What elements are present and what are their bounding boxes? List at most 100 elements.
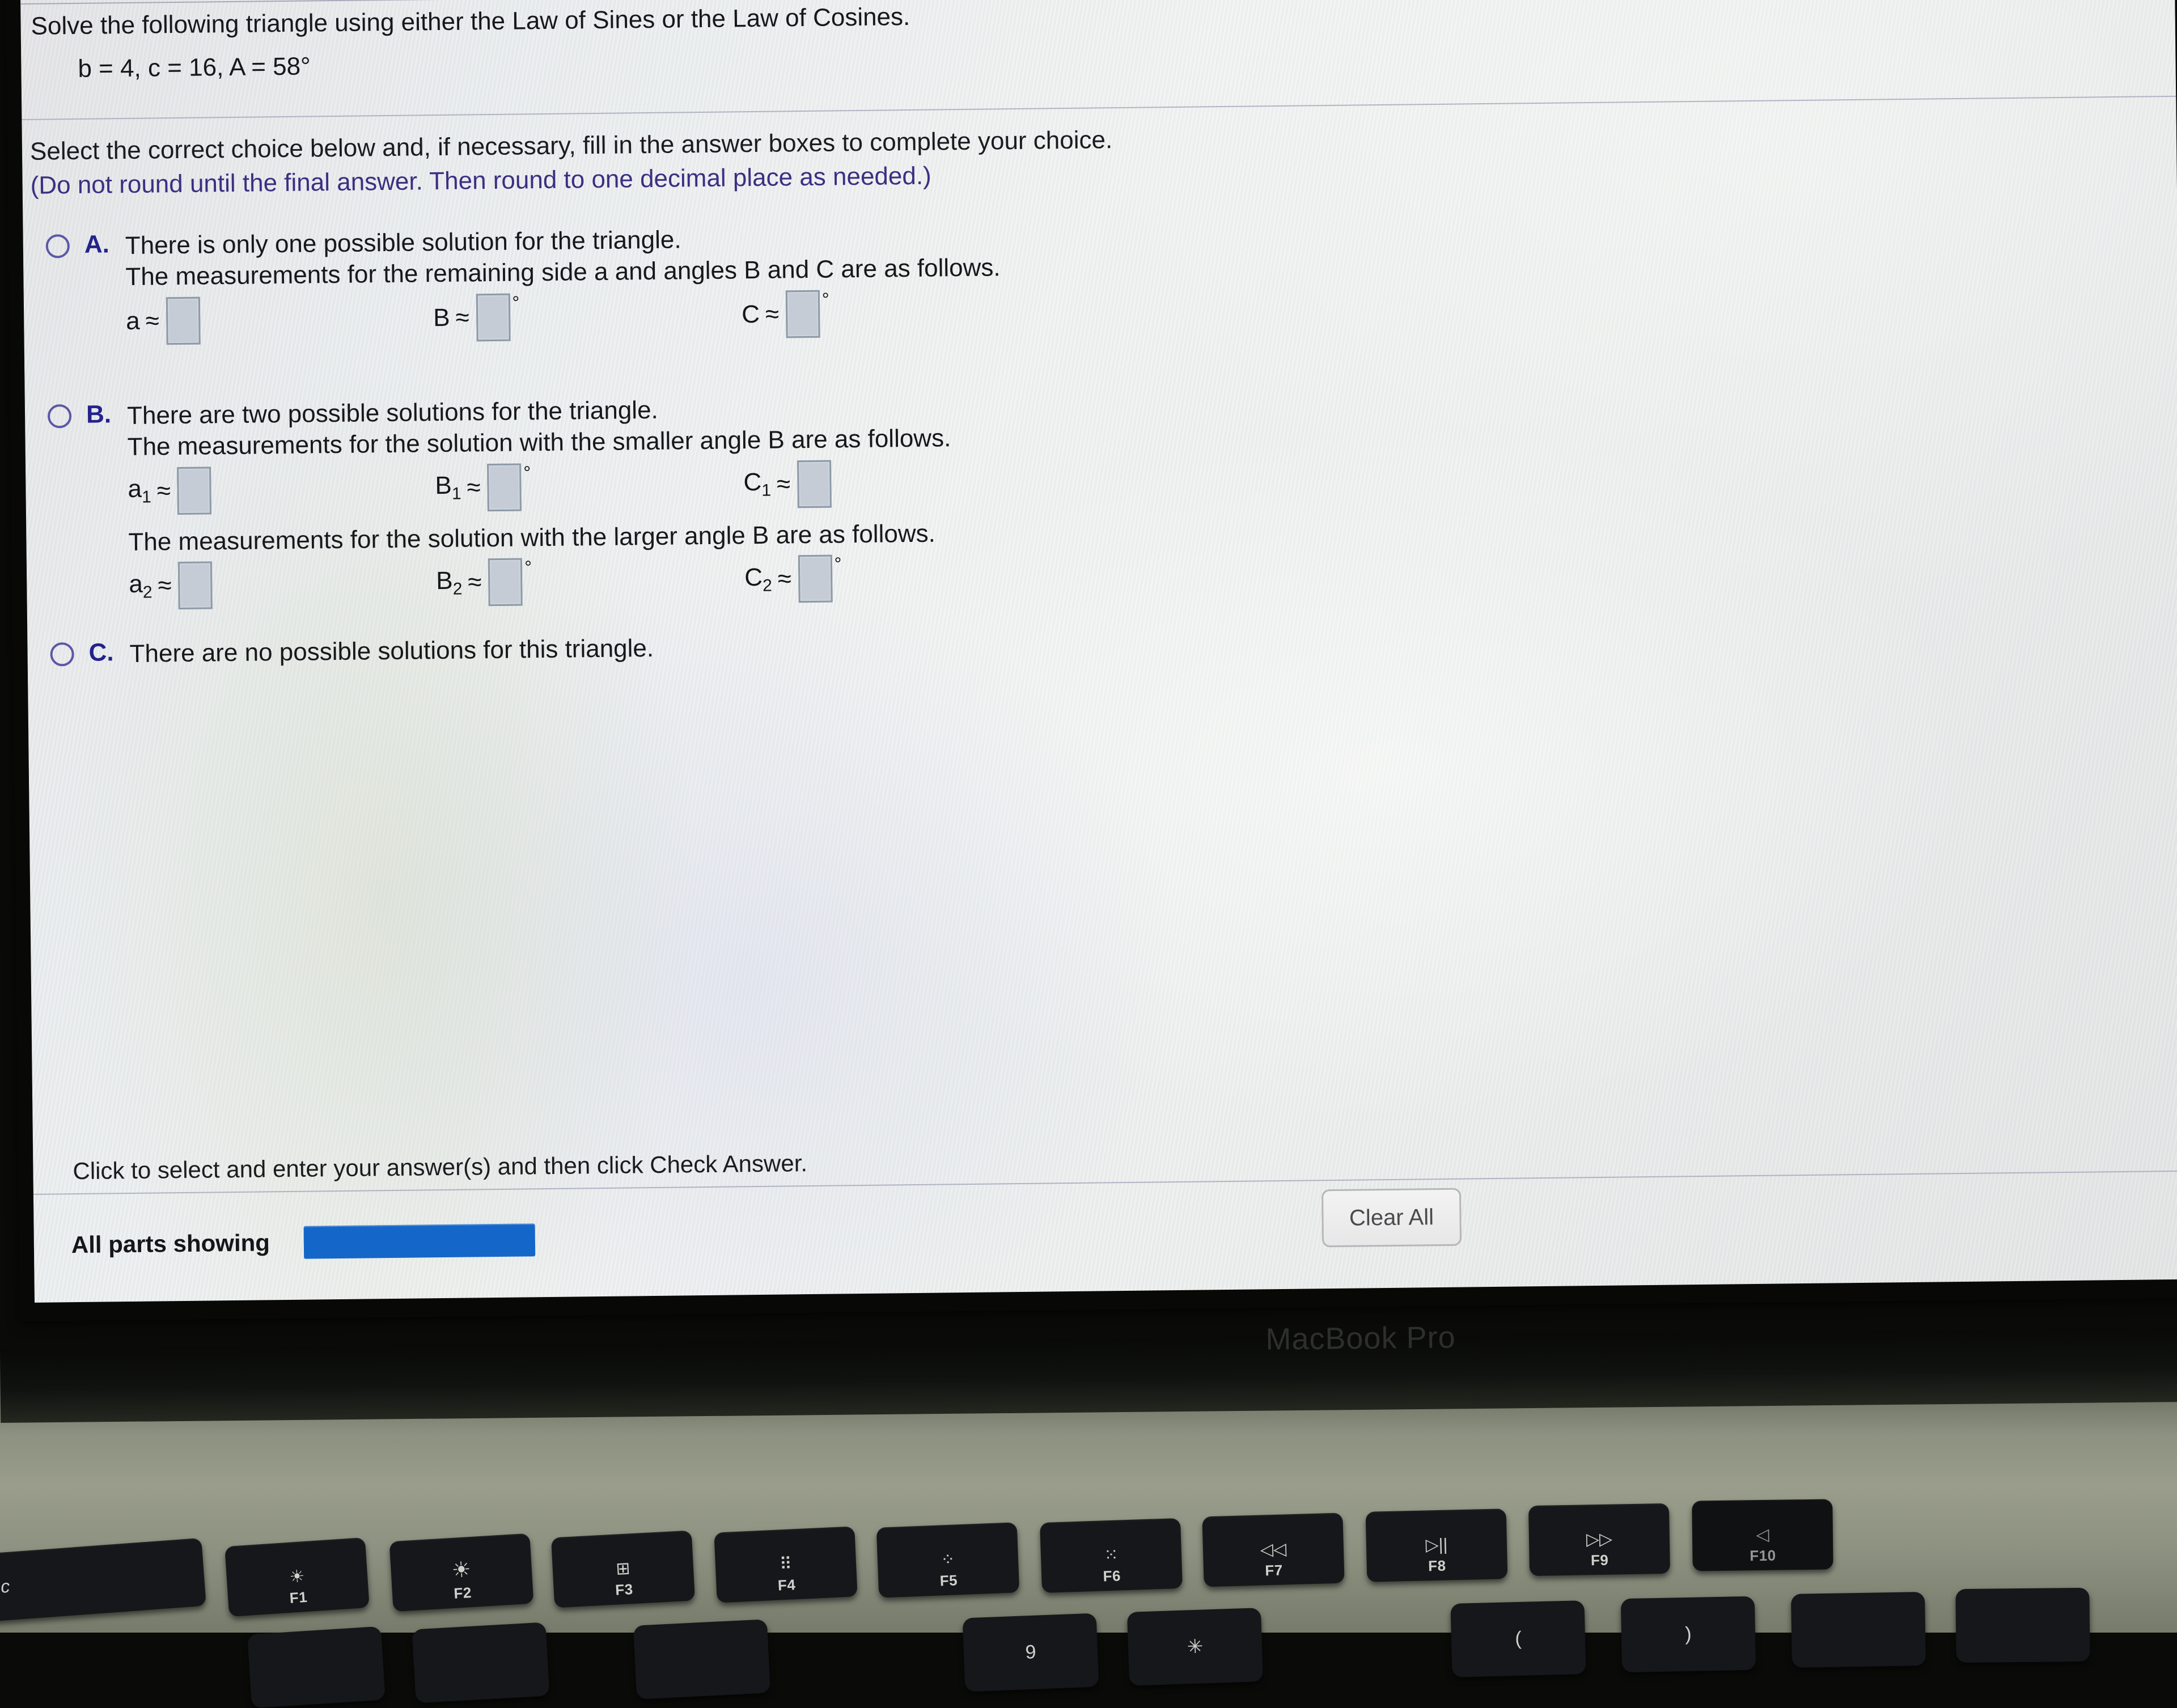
field-b1-label: B1 — [435, 472, 461, 504]
key-f2[interactable]: ☀ F2 — [389, 1533, 534, 1612]
key-f7-label: F7 — [1264, 1561, 1284, 1579]
choice-b-answer-row-2: a2 ≈ B2 ≈ ° C2 ≈ ° — [129, 544, 1411, 621]
key-paren-close[interactable]: ) — [1620, 1596, 1756, 1673]
mute-icon: ◁ — [1756, 1525, 1769, 1545]
key-f4-label: F4 — [777, 1576, 796, 1594]
field-b: B ≈ ° — [433, 292, 520, 342]
play-pause-icon: ▷|| — [1425, 1535, 1448, 1555]
key-row2-extra-2[interactable] — [412, 1622, 550, 1703]
input-b1[interactable] — [487, 463, 522, 512]
keyboard-backlight-up-icon: ⁙ — [1103, 1545, 1119, 1565]
field-b1: B1 ≈ ° — [435, 462, 531, 512]
field-b2-approx: ≈ — [468, 568, 482, 596]
key-f6-label: F6 — [1103, 1567, 1121, 1585]
choice-list: A. There is only one possible solution f… — [45, 217, 1412, 707]
key-f3[interactable]: ⊞ F3 — [550, 1530, 696, 1608]
input-c[interactable] — [785, 290, 820, 338]
key-f2-label: F2 — [453, 1584, 472, 1602]
key-row2-extra-4[interactable] — [1790, 1592, 1926, 1668]
radio-choice-b[interactable] — [47, 404, 72, 429]
field-a2: a2 ≈ — [129, 561, 213, 611]
launchpad-icon: ⠿ — [779, 1554, 793, 1574]
key-paren-open[interactable]: ( — [1450, 1600, 1586, 1677]
field-c: C ≈ ° — [741, 289, 830, 338]
key-f10-label: F10 — [1750, 1546, 1776, 1565]
asterisk-icon: ✳ — [1187, 1635, 1204, 1658]
field-c1: C1 ≈ — [743, 460, 834, 508]
field-a2-approx: ≈ — [158, 571, 172, 600]
degree-symbol-b1: ° — [523, 462, 531, 483]
field-c-approx: ≈ — [765, 300, 780, 328]
choice-b-letter: B. — [86, 400, 112, 429]
mission-control-icon: ⊞ — [615, 1559, 631, 1579]
keyboard-backlight-down-icon: ⁘ — [940, 1550, 956, 1570]
field-a: a ≈ — [126, 296, 201, 345]
field-c2-label: C2 — [744, 563, 773, 595]
key-f6[interactable]: ⁙ F6 — [1040, 1518, 1183, 1593]
key-f9[interactable]: ▷▷ F9 — [1528, 1503, 1671, 1576]
choice-a-letter: A. — [84, 230, 110, 258]
input-c1[interactable] — [797, 460, 832, 508]
instruction-block: Select the correct choice below and, if … — [30, 124, 1335, 200]
field-c2-approx: ≈ — [777, 565, 792, 593]
key-row2-extra-5[interactable] — [1955, 1587, 2090, 1663]
choice-c-letter: C. — [88, 638, 114, 667]
brightness-up-icon: ☀ — [451, 1558, 472, 1583]
key-f3-label: F3 — [615, 1580, 634, 1599]
radio-choice-a[interactable] — [45, 234, 70, 258]
key-esc[interactable]: esc — [0, 1537, 206, 1624]
divider-middle — [22, 95, 2176, 120]
radio-choice-c[interactable] — [50, 642, 74, 667]
clear-all-button[interactable]: Clear All — [1321, 1188, 1462, 1248]
key-row2-extra-3[interactable] — [633, 1619, 771, 1699]
field-c1-label: C1 — [743, 468, 772, 501]
key-asterisk[interactable]: ✳ — [1126, 1608, 1264, 1686]
field-a2-label: a2 — [129, 570, 153, 602]
key-f7[interactable]: ◁◁ F7 — [1202, 1512, 1345, 1587]
key-number-9[interactable]: 9 — [962, 1613, 1099, 1692]
field-b-approx: ≈ — [455, 303, 470, 332]
key-f8[interactable]: ▷|| F8 — [1365, 1508, 1508, 1582]
input-a1[interactable] — [177, 467, 212, 515]
choice-c: C. There are no possible solutions for t… — [50, 625, 1411, 707]
degree-symbol-b2: ° — [524, 557, 532, 578]
key-f1-label: F1 — [289, 1588, 308, 1607]
field-b2-label: B2 — [435, 566, 463, 599]
key-f4[interactable]: ⠿ F4 — [714, 1526, 858, 1603]
progress-bar[interactable] — [303, 1223, 536, 1259]
key-f10[interactable]: ◁ F10 — [1692, 1499, 1833, 1571]
all-parts-showing-label: All parts showing — [71, 1229, 270, 1258]
input-b[interactable] — [476, 293, 511, 342]
rewind-icon: ◁◁ — [1260, 1540, 1287, 1559]
key-f1[interactable]: ☀ F1 — [225, 1537, 370, 1617]
degree-symbol-c: ° — [821, 289, 829, 310]
field-a1: a1 ≈ — [128, 467, 212, 515]
key-f9-label: F9 — [1590, 1551, 1609, 1569]
keyboard-function-row: esc ☀ F1 ☀ F2 ⊞ F3 ⠿ F4 ⁘ F5 ⁙ F6 ◁◁ F7 … — [0, 1497, 2177, 1708]
choice-b: B. There are two possible solutions for … — [47, 387, 1411, 639]
field-a1-approx: ≈ — [156, 477, 171, 505]
input-a2[interactable] — [178, 561, 213, 610]
field-a-label: a — [126, 307, 141, 335]
brightness-down-icon: ☀ — [289, 1567, 306, 1587]
field-b1-approx: ≈ — [467, 473, 481, 502]
degree-symbol-b: ° — [512, 292, 520, 313]
key-paren-open-label: ( — [1514, 1628, 1522, 1650]
parts-status-row: All parts showing — [71, 1223, 536, 1261]
degree-symbol-c2: ° — [834, 553, 842, 574]
input-c2[interactable] — [798, 554, 833, 603]
field-c-label: C — [741, 300, 760, 329]
key-paren-close-label: ) — [1684, 1623, 1692, 1645]
fast-forward-icon: ▷▷ — [1586, 1529, 1613, 1549]
input-b2[interactable] — [488, 558, 523, 607]
key-f5[interactable]: ⁘ F5 — [876, 1522, 1020, 1598]
choice-a: A. There is only one possible solution f… — [45, 217, 1408, 401]
macbook-pro-brand-label: MacBook Pro — [1265, 1320, 1456, 1357]
field-a-approx: ≈ — [145, 307, 160, 335]
problem-prompt: Solve the following triangle using eithe… — [31, 3, 910, 40]
field-b-label: B — [433, 303, 450, 332]
input-a[interactable] — [166, 296, 201, 345]
field-c1-approx: ≈ — [776, 470, 791, 498]
key-row2-extra-1[interactable] — [247, 1626, 386, 1708]
key-f5-label: F5 — [939, 1571, 958, 1590]
